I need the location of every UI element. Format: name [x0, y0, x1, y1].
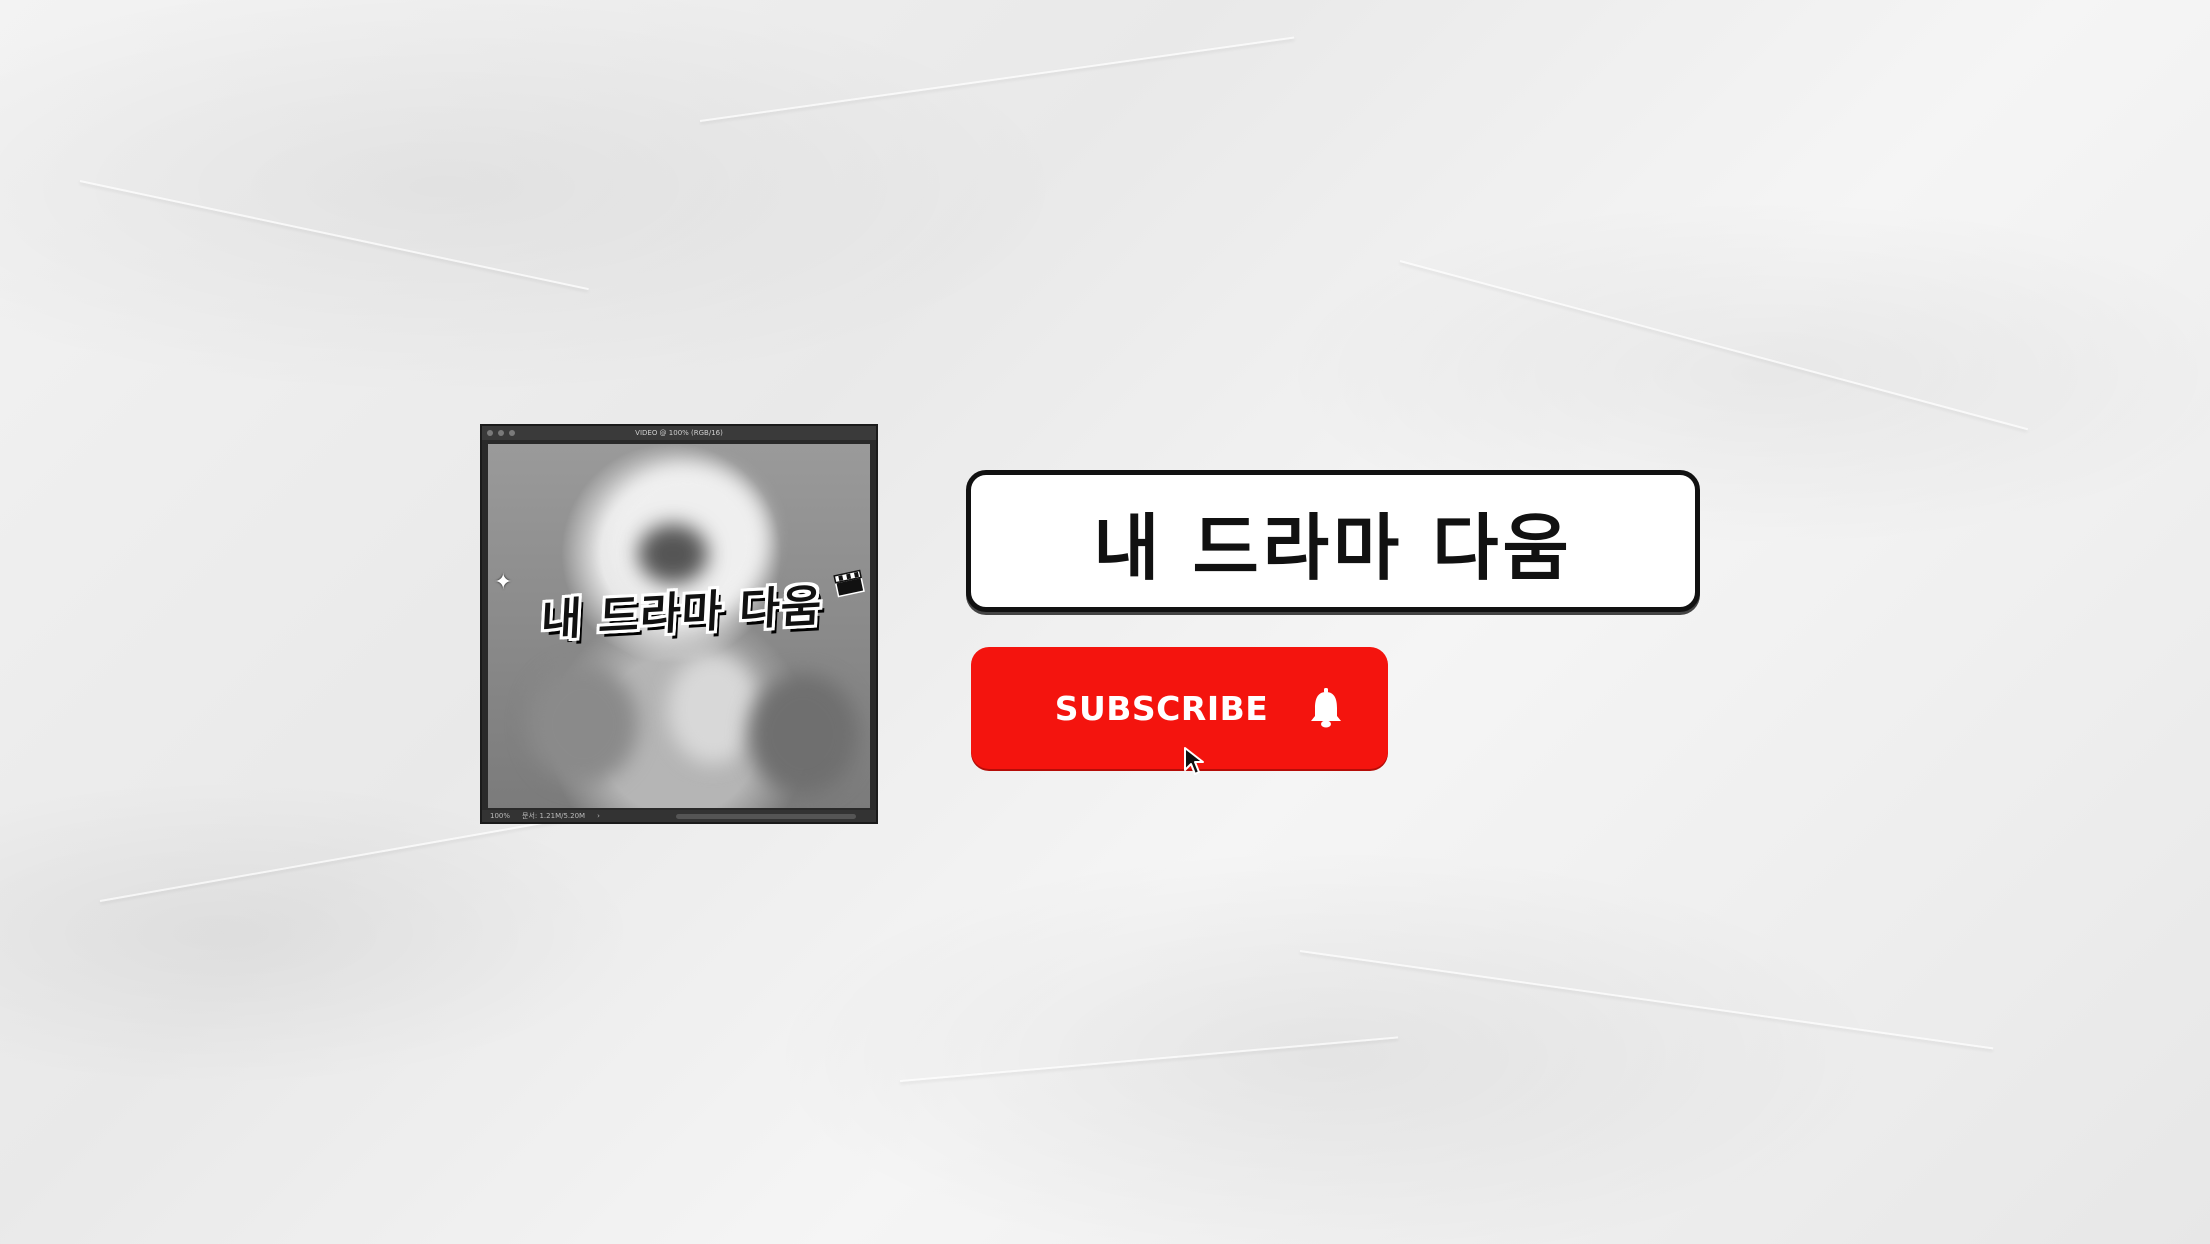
thumbnail-image: ✦ 내 드라마 다움 [488, 444, 870, 808]
zoom-readout: 100% [490, 812, 511, 820]
status-arrow[interactable]: › [597, 810, 600, 822]
paper-crease [899, 1036, 1399, 1082]
document-size: 문서: 1.21M/5.20M [522, 812, 586, 820]
horizontal-scrollbar[interactable] [676, 814, 856, 819]
paper-crease [1299, 950, 1994, 1050]
subscribe-label: SUBSCRIBE [1054, 688, 1269, 728]
paper-crease [79, 180, 589, 291]
window-title: VIDEO @ 100% (RGB/16) [635, 429, 723, 437]
thumbnail-logo: 내 드라마 다움 [502, 574, 862, 647]
paper-crease [1399, 260, 2029, 431]
channel-name-box: 내 드라마 다움 [966, 470, 1700, 612]
bell-icon[interactable] [1308, 686, 1344, 730]
thumbnail-window: VIDEO @ 100% (RGB/16) ✦ 내 드라마 다움 100% 문서… [480, 424, 878, 824]
channel-name: 내 드라마 다움 [1093, 505, 1573, 590]
window-titlebar: VIDEO @ 100% (RGB/16) [482, 426, 876, 440]
subscribe-button[interactable]: SUBSCRIBE [971, 647, 1388, 769]
cursor-icon [1184, 747, 1204, 775]
paper-crease [699, 36, 1295, 122]
thumbnail-logo-text: 내 드라마 다움 [539, 580, 824, 647]
